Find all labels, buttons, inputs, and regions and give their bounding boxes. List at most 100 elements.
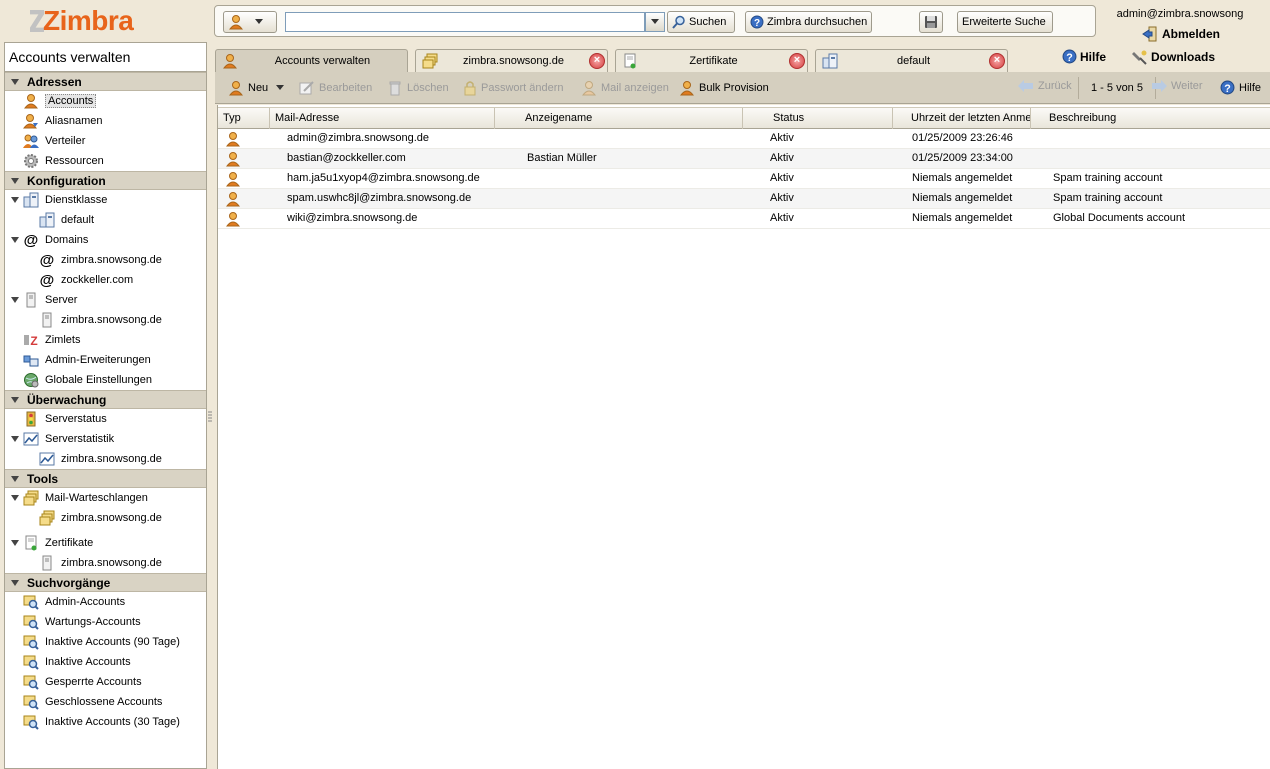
table-row[interactable]: ham.ja5u1xyop4@zimbra.snowsong.de Aktiv Ni…: [218, 169, 1270, 189]
new-button[interactable]: Neu: [228, 80, 285, 96]
downloads-link[interactable]: Downloads: [1132, 49, 1215, 65]
collapse-triangle-icon[interactable]: [11, 194, 19, 206]
section-ueberwachung[interactable]: Überwachung: [5, 390, 206, 409]
toolbar-help-button[interactable]: ? Hilfe: [1220, 80, 1261, 95]
accounts-toolbar: Neu Bearbeiten Löschen Passwort ändern M…: [215, 72, 1270, 104]
nav-item-server-status[interactable]: Serverstatus: [5, 409, 206, 429]
view-mail-button[interactable]: Mail anzeigen: [581, 80, 669, 96]
section-adressen[interactable]: Adressen: [5, 72, 206, 91]
nav-item-admin-extensions[interactable]: Admin-Erweiterungen: [5, 350, 206, 370]
nav-item-servers[interactable]: Server: [5, 290, 206, 310]
nav-item-label: zimbra.snowsong.de: [61, 254, 162, 266]
column-header-description[interactable]: Beschreibung: [1031, 108, 1270, 129]
saved-search-item[interactable]: Inaktive Accounts (30 Tage): [5, 712, 206, 732]
section-konfiguration[interactable]: Konfiguration: [5, 171, 206, 190]
nav-item-domain[interactable]: @ zimbra.snowsong.de: [5, 250, 206, 270]
magnifier-icon: [672, 15, 686, 29]
nav-item-domains[interactable]: @ Domains: [5, 230, 206, 250]
nav-item-server[interactable]: zimbra.snowsong.de: [5, 310, 206, 330]
saved-search-item[interactable]: Inaktive Accounts: [5, 652, 206, 672]
chevron-down-icon[interactable]: [276, 85, 285, 91]
logout-link[interactable]: Abmelden: [1142, 26, 1220, 42]
search-button[interactable]: Suchen: [667, 11, 735, 33]
at-sign-icon: @: [39, 251, 55, 269]
search-history-dropdown[interactable]: [645, 12, 665, 32]
table-row[interactable]: spam.uswhc8jl@zimbra.snowsong.de Aktiv Nie…: [218, 189, 1270, 209]
tab-accounts[interactable]: Accounts verwalten: [215, 49, 408, 72]
section-label: Adressen: [27, 74, 82, 89]
cell-status: Aktiv: [770, 212, 794, 224]
section-tools[interactable]: Tools: [5, 469, 206, 488]
cos-icon: [822, 53, 838, 69]
bulk-provision-button[interactable]: Bulk Provision: [679, 80, 769, 96]
help-label: Hilfe: [1080, 49, 1107, 64]
cell-last-login: Niemals angemeldet: [912, 212, 1013, 224]
search-input[interactable]: [285, 12, 645, 32]
nav-item-cert-server[interactable]: zimbra.snowsong.de: [5, 553, 206, 573]
close-tab-icon[interactable]: ×: [989, 53, 1005, 69]
nav-item-statistics-server[interactable]: zimbra.snowsong.de: [5, 449, 206, 469]
column-header-type[interactable]: Typ: [218, 108, 270, 129]
accounts-list: Typ Mail-Adresse Anzeigename Status Uhrz…: [217, 105, 1270, 769]
column-header-status[interactable]: Status: [743, 108, 893, 129]
cell-description: Spam training account: [1053, 192, 1163, 204]
nav-item-label: default: [61, 214, 95, 226]
nav-item-zimlets[interactable]: Z Zimlets: [5, 330, 206, 350]
collapse-triangle-icon[interactable]: [11, 492, 19, 504]
tab-certificates[interactable]: Zertifikate ×: [615, 49, 808, 72]
arrow-left-icon: [1018, 80, 1034, 92]
column-header-last-login[interactable]: Uhrzeit der letzten Anme: [893, 108, 1031, 129]
tab-domain[interactable]: zimbra.snowsong.de ×: [415, 49, 608, 72]
next-button[interactable]: Weiter: [1151, 80, 1203, 92]
search-type-dropdown[interactable]: [223, 11, 277, 33]
nav-item-queue-server[interactable]: zimbra.snowsong.de: [5, 508, 206, 528]
collapse-triangle-icon[interactable]: [11, 294, 19, 306]
back-button[interactable]: Zurück: [1018, 80, 1072, 92]
collapse-triangle-icon[interactable]: [11, 537, 19, 549]
tab-cos-default[interactable]: default ×: [815, 49, 1008, 72]
change-password-button[interactable]: Passwort ändern: [463, 80, 564, 96]
saved-search-item[interactable]: Admin-Accounts: [5, 592, 206, 612]
nav-item-resources[interactable]: Ressourcen: [5, 151, 206, 171]
table-row[interactable]: wiki@zimbra.snowsong.de Aktiv Niemals ange…: [218, 209, 1270, 229]
nav-item-domain[interactable]: @ zockkeller.com: [5, 270, 206, 290]
section-label: Konfiguration: [27, 173, 106, 188]
help-link[interactable]: ? Hilfe: [1062, 49, 1106, 64]
table-row[interactable]: bastian@zockkeller.com Bastian Müller Akti…: [218, 149, 1270, 169]
group-icon: [23, 133, 39, 149]
saved-search-item[interactable]: Geschlossene Accounts: [5, 692, 206, 712]
advanced-search-button[interactable]: Erweiterte Suche: [957, 11, 1053, 33]
nav-item-mail-queues[interactable]: Mail-Warteschlangen: [5, 488, 206, 508]
close-tab-icon[interactable]: ×: [789, 53, 805, 69]
nav-item-class-of-service[interactable]: Dienstklasse: [5, 190, 206, 210]
zimbra-search-button[interactable]: ? Zimbra durchsuchen: [745, 11, 872, 33]
new-button-label: Neu: [248, 82, 269, 94]
column-header-email[interactable]: Mail-Adresse: [270, 108, 495, 129]
saved-search-item[interactable]: Wartungs-Accounts: [5, 612, 206, 632]
nav-item-certificates[interactable]: Zertifikate: [5, 533, 206, 553]
gear-icon: [23, 153, 39, 169]
edit-button[interactable]: Bearbeiten: [299, 80, 372, 96]
nav-item-server-statistics[interactable]: Serverstatistik: [5, 429, 206, 449]
saved-search-icon: [23, 694, 39, 710]
nav-item-global-settings[interactable]: Globale Einstellungen: [5, 370, 206, 390]
panel-splitter[interactable]: [207, 410, 213, 428]
nav-item-aliases[interactable]: Aliasnamen: [5, 111, 206, 131]
collapse-triangle-icon[interactable]: [11, 234, 19, 246]
column-header-display-name[interactable]: Anzeigename: [495, 108, 743, 129]
saved-search-item[interactable]: Gesperrte Accounts: [5, 672, 206, 692]
nav-item-accounts[interactable]: Accounts: [5, 91, 206, 111]
collapse-triangle-icon: [11, 396, 19, 403]
nav-item-cos-default[interactable]: default: [5, 210, 206, 230]
tab-label: Accounts verwalten: [274, 55, 371, 67]
close-tab-icon[interactable]: ×: [589, 53, 605, 69]
delete-button[interactable]: Löschen: [387, 80, 449, 96]
saved-search-item[interactable]: Inaktive Accounts (90 Tage): [5, 632, 206, 652]
collapse-triangle-icon[interactable]: [11, 433, 19, 445]
save-search-button[interactable]: [919, 11, 943, 33]
section-suchvorgaenge[interactable]: Suchvorgänge: [5, 573, 206, 592]
cell-last-login: Niemals angemeldet: [912, 192, 1013, 204]
saved-search-label: Inaktive Accounts (90 Tage): [45, 636, 180, 648]
nav-item-distribution-lists[interactable]: Verteiler: [5, 131, 206, 151]
table-row[interactable]: admin@zimbra.snowsong.de Aktiv 01/25/2009 …: [218, 129, 1270, 149]
